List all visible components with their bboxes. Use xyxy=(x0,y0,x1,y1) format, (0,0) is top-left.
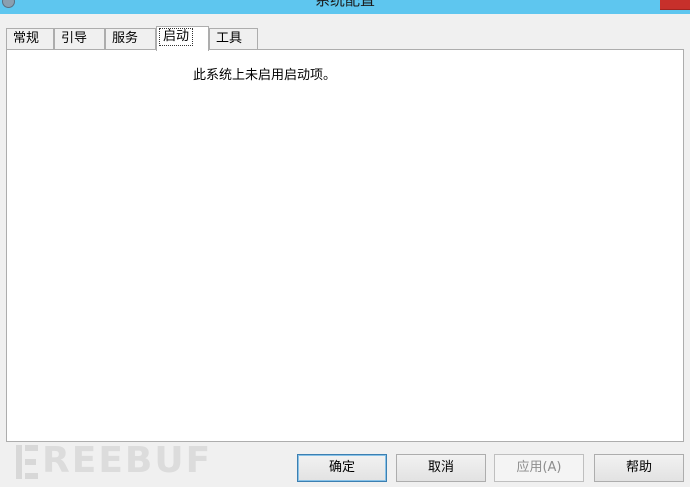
tab-general[interactable]: 常规 xyxy=(6,28,54,49)
startup-panel: 此系统上未启用启动项。 xyxy=(6,49,684,442)
title-bar: 系统配置 xyxy=(0,0,690,14)
tab-services[interactable]: 服务 xyxy=(105,28,156,49)
apply-button[interactable]: 应用(A) xyxy=(494,454,584,482)
watermark: REEBUF xyxy=(16,440,212,482)
tab-boot[interactable]: 引导 xyxy=(54,28,105,49)
tab-tools[interactable]: 工具 xyxy=(209,28,258,49)
window-title: 系统配置 xyxy=(314,0,375,9)
no-startup-items-message: 此系统上未启用启动项。 xyxy=(193,68,337,83)
watermark-text: REEBUF xyxy=(42,440,213,481)
close-button[interactable] xyxy=(660,0,690,10)
tab-label: 启动 xyxy=(159,28,194,46)
help-button[interactable]: 帮助 xyxy=(594,454,684,482)
cancel-button[interactable]: 取消 xyxy=(396,454,486,482)
tab-label: 工具 xyxy=(216,31,243,46)
watermark-logo-icon xyxy=(16,443,38,479)
tab-startup[interactable]: 启动 xyxy=(156,26,209,51)
ok-button[interactable]: 确定 xyxy=(297,454,387,482)
tab-label: 服务 xyxy=(112,31,139,46)
tab-label: 常规 xyxy=(13,31,40,46)
tab-label: 引导 xyxy=(61,31,88,46)
